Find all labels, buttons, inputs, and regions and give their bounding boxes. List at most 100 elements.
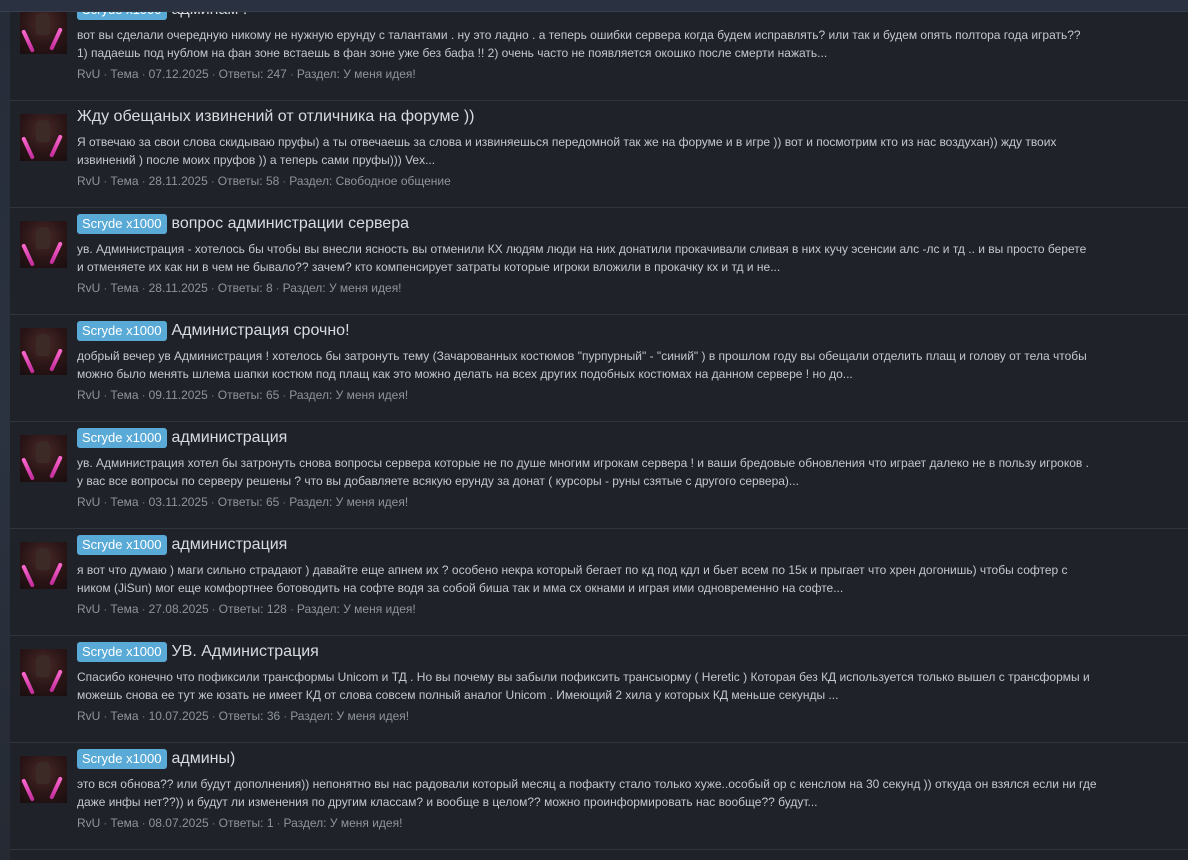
section-link[interactable]: У меня идея! bbox=[337, 709, 410, 723]
thread-title-row[interactable]: Scryde x1000 Администрация срочно! bbox=[77, 320, 350, 342]
author-link[interactable]: RvU bbox=[77, 495, 100, 509]
thread-date: 28.11.2025 bbox=[148, 174, 208, 188]
thread-snippet: Я отвечаю за свои слова скидываю пруфы) … bbox=[77, 133, 1177, 169]
snippet-line: и отменяете их как ни в чем не бывало?? … bbox=[77, 260, 781, 274]
avatar[interactable] bbox=[20, 328, 67, 375]
prefix-badge[interactable]: Scryde x1000 bbox=[77, 321, 167, 341]
thread-title-row[interactable]: Scryde x1000 вопрос администрации сервер… bbox=[77, 213, 409, 235]
snippet-line: 1) падаешь под нублом на фан зоне встаеш… bbox=[77, 46, 828, 60]
prefix-badge[interactable]: Scryde x1000 bbox=[77, 214, 167, 234]
replies-label: Ответы: bbox=[218, 67, 264, 81]
thread-title[interactable]: Жду обещаных извинений от отличника на ф… bbox=[77, 106, 474, 128]
replies-label: Ответы: bbox=[217, 388, 263, 402]
snippet-line: у вас все вопросы по серверу решены ? чт… bbox=[77, 474, 799, 488]
author-link[interactable]: RvU bbox=[77, 174, 100, 188]
thread-row[interactable]: Scryde x1000 Администрация срочно! добры… bbox=[10, 316, 1188, 422]
thread-row[interactable]: Scryde x1000 администрация ув. Администр… bbox=[10, 423, 1188, 529]
content-type: Тема bbox=[110, 281, 139, 295]
thread-title-row[interactable]: Scryde x1000 УВ. Администрация bbox=[77, 641, 319, 663]
section-label: Раздел: bbox=[289, 388, 333, 402]
content-type: Тема bbox=[110, 816, 139, 830]
prefix-badge[interactable]: Scryde x1000 bbox=[77, 535, 167, 555]
avatar[interactable] bbox=[20, 542, 67, 589]
replies-count: 65 bbox=[265, 388, 280, 402]
thread-title-row[interactable]: Scryde x1000 администрация bbox=[77, 534, 287, 556]
thread-meta: RvU · Тема · 27.08.2025 · Ответы: 128 · Раздел: … bbox=[77, 602, 416, 616]
thread-snippet: ув. Администрация хотел бы затронуть сно… bbox=[77, 454, 1177, 490]
thread-snippet: я вот что думаю ) маги сильно страдают )… bbox=[77, 561, 1177, 597]
thread-date: 08.07.2025 bbox=[148, 816, 209, 830]
author-link[interactable]: RvU bbox=[77, 602, 100, 616]
replies-label: Ответы: bbox=[218, 709, 264, 723]
thread-title[interactable]: УВ. Администрация bbox=[172, 641, 319, 663]
content-type: Тема bbox=[110, 67, 139, 81]
thread-title-row[interactable]: Scryde x1000 администрация bbox=[77, 427, 287, 449]
author-link[interactable]: RvU bbox=[77, 281, 100, 295]
section-link[interactable]: У меня идея! bbox=[343, 67, 416, 81]
snippet-line: я вот что думаю ) маги сильно страдают )… bbox=[77, 563, 1068, 577]
thread-row[interactable]: Жду обещаных извинений от отличника на ф… bbox=[10, 102, 1188, 208]
snippet-line: вот вы сделали очередную никому не нужну… bbox=[77, 28, 1081, 42]
thread-date: 27.08.2025 bbox=[148, 602, 209, 616]
snippet-line: Я отвечаю за свои слова скидываю пруфы) … bbox=[77, 135, 1057, 149]
search-results-list: Scryde x1000 админам ! вот вы сделали оч… bbox=[10, 0, 1188, 860]
replies-count: 1 bbox=[266, 816, 274, 830]
thread-row[interactable]: Scryde x1000 УВ. Администрация Спасибо к… bbox=[10, 637, 1188, 743]
author-link[interactable]: RvU bbox=[77, 67, 100, 81]
thread-title-row[interactable]: Scryde x1000 админы) bbox=[77, 748, 235, 770]
replies-count: 58 bbox=[265, 174, 280, 188]
content-type: Тема bbox=[110, 388, 139, 402]
thread-row[interactable]: Scryde x1000 админы) это вся обнова?? ил… bbox=[10, 744, 1188, 850]
replies-count: 65 bbox=[265, 495, 280, 509]
section-link[interactable]: Свободное общение bbox=[336, 174, 451, 188]
author-link[interactable]: RvU bbox=[77, 709, 100, 723]
avatar[interactable] bbox=[20, 756, 67, 803]
avatar[interactable] bbox=[20, 649, 67, 696]
section-link[interactable]: У меня идея! bbox=[330, 816, 403, 830]
prefix-badge[interactable]: Scryde x1000 bbox=[77, 749, 167, 769]
snippet-line: можешь снова ее тут же юзать не имеет КД… bbox=[77, 688, 839, 702]
snippet-line: Спасибо конечно что пофиксили трансформы… bbox=[77, 670, 1090, 684]
snippet-line: ув. Администрация хотел бы затронуть сно… bbox=[77, 456, 1089, 470]
thread-meta: RvU · Тема · 28.11.2025 · Ответы: 58 · Раздел: С… bbox=[77, 174, 451, 188]
section-link[interactable]: У меня идея! bbox=[336, 388, 409, 402]
thread-snippet: добрый вечер ув Администрация ! хотелось… bbox=[77, 347, 1177, 383]
thread-title[interactable]: админы) bbox=[172, 748, 236, 770]
section-link[interactable]: У меня идея! bbox=[336, 495, 409, 509]
thread-date: 03.11.2025 bbox=[148, 495, 208, 509]
avatar[interactable] bbox=[20, 435, 67, 482]
avatar[interactable] bbox=[20, 114, 67, 161]
thread-title[interactable]: Администрация срочно! bbox=[172, 320, 350, 342]
section-link[interactable]: У меня идея! bbox=[329, 281, 402, 295]
thread-meta: RvU · Тема · 28.11.2025 · Ответы: 8 · Раздел: У … bbox=[77, 281, 402, 295]
replies-count: 247 bbox=[266, 67, 287, 81]
content-type: Тема bbox=[110, 709, 139, 723]
replies-count: 36 bbox=[266, 709, 281, 723]
snippet-line: ув. Администрация - хотелось бы чтобы вы… bbox=[77, 242, 1087, 256]
snippet-line: можно было менять шлема шапки костюм под… bbox=[77, 367, 853, 381]
section-label: Раздел: bbox=[282, 281, 326, 295]
thread-row[interactable]: Scryde x1000 вопрос администрации сервер… bbox=[10, 209, 1188, 315]
thread-snippet: это вся обнова?? или будут дополнения)) … bbox=[77, 775, 1177, 811]
section-link[interactable]: У меня идея! bbox=[343, 602, 416, 616]
author-link[interactable]: RvU bbox=[77, 816, 100, 830]
thread-title[interactable]: администрация bbox=[172, 534, 288, 556]
section-label: Раздел: bbox=[283, 816, 327, 830]
thread-meta: RvU · Тема · 09.11.2025 · Ответы: 65 · Раздел: У… bbox=[77, 388, 409, 402]
replies-count: 8 bbox=[265, 281, 273, 295]
thread-title[interactable]: администрация bbox=[172, 427, 288, 449]
thread-row[interactable]: Scryde x1000 администрация я вот что дум… bbox=[10, 530, 1188, 636]
section-label: Раздел: bbox=[296, 67, 340, 81]
prefix-badge[interactable]: Scryde x1000 bbox=[77, 428, 167, 448]
thread-date: 07.12.2025 bbox=[148, 67, 209, 81]
thread-title[interactable]: вопрос администрации сервера bbox=[172, 213, 410, 235]
avatar[interactable] bbox=[20, 221, 67, 268]
prefix-badge[interactable]: Scryde x1000 bbox=[77, 642, 167, 662]
section-label: Раздел: bbox=[296, 602, 340, 616]
replies-label: Ответы: bbox=[217, 495, 263, 509]
author-link[interactable]: RvU bbox=[77, 388, 100, 402]
thread-title-row[interactable]: Жду обещаных извинений от отличника на ф… bbox=[77, 106, 474, 128]
thread-meta: RvU · Тема · 08.07.2025 · Ответы: 1 · Раздел: У … bbox=[77, 816, 403, 830]
thread-row[interactable]: Scryde x1000 админам ! вот вы сделали оч… bbox=[10, 0, 1188, 101]
avatar[interactable] bbox=[20, 7, 67, 54]
